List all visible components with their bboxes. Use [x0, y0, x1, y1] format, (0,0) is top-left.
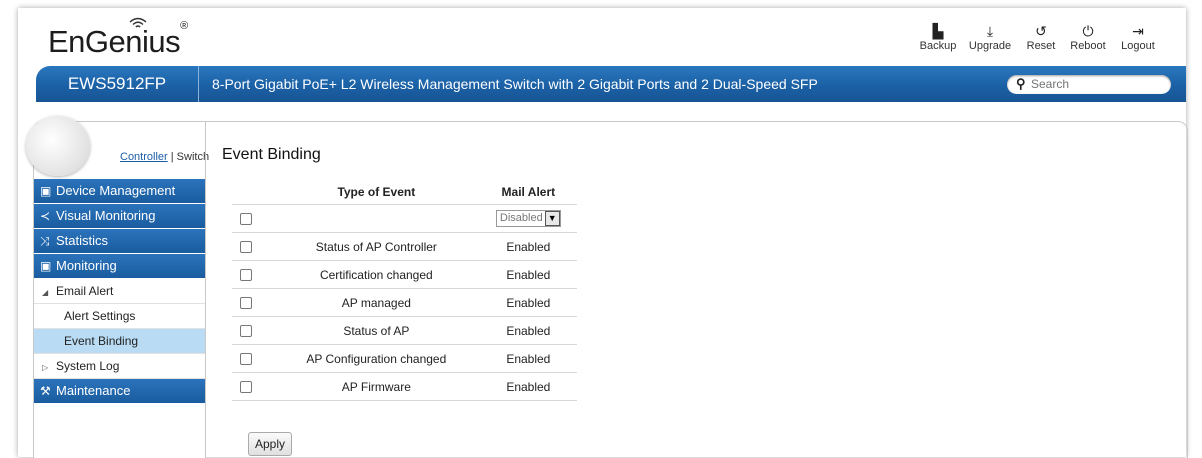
logout-button[interactable]: ⇥ Logout — [1116, 22, 1160, 52]
apply-button[interactable]: Apply — [248, 432, 292, 456]
row-checkbox[interactable] — [240, 325, 252, 338]
main-content: Event Binding Type of Event Mail Alert D… — [205, 121, 1188, 458]
table-row: Status of AP Enabled — [232, 316, 577, 345]
mail-status: Enabled — [479, 344, 577, 373]
save-icon: ▙ — [932, 23, 944, 39]
row-checkbox[interactable] — [240, 381, 252, 394]
upgrade-button[interactable]: ⤓ Upgrade — [968, 22, 1012, 52]
mail-alert-select[interactable]: Disabled ▼ — [495, 210, 561, 227]
sidebar-item-email-alert[interactable]: ◢ Email Alert — [34, 279, 206, 304]
event-name: Certification changed — [273, 260, 480, 289]
table-row: Certification changed Enabled — [232, 260, 577, 289]
search-input[interactable] — [1031, 76, 1161, 92]
mail-status: Enabled — [479, 232, 577, 261]
row-checkbox[interactable] — [240, 269, 252, 282]
left-panel: Controller | Switch ▣ Device Management ≺… — [26, 116, 210, 458]
page-title: Event Binding — [222, 146, 321, 163]
event-name: AP Configuration changed — [273, 344, 480, 373]
statistics-icon: ⤨ — [40, 234, 50, 248]
table-row: Status of AP Controller Enabled — [232, 232, 577, 261]
device-image — [26, 116, 90, 176]
mail-status: Enabled — [479, 316, 577, 345]
monitor-icon: ▣ — [40, 259, 52, 273]
power-icon: ⏻ — [1082, 23, 1094, 39]
event-name: Status of AP Controller — [273, 232, 480, 261]
header-type-of-event: Type of Event — [273, 180, 480, 205]
event-name: Status of AP — [273, 316, 480, 345]
header-mail-alert: Mail Alert — [479, 180, 577, 205]
mail-status: Enabled — [479, 372, 577, 401]
sidebar-menu: ▣ Device Management ≺ Visual Monitoring ⤨ S… — [34, 179, 206, 404]
sidebar-item-system-log[interactable]: ▷ System Log — [34, 354, 206, 379]
mode-switcher: Controller | Switch — [120, 151, 210, 163]
collapsed-triangle-icon: ▷ — [42, 363, 49, 372]
reboot-button[interactable]: ⏻ Reboot — [1066, 22, 1110, 52]
row-checkbox[interactable] — [240, 241, 252, 254]
sidebar-item-statistics[interactable]: ⤨ Statistics — [34, 229, 206, 253]
title-bar: EWS5912FP 8-Port Gigabit PoE+ L2 Wireles… — [36, 66, 1186, 102]
mail-status: Enabled — [479, 288, 577, 317]
backup-button[interactable]: ▙ Backup — [916, 22, 960, 52]
row-checkbox[interactable] — [240, 353, 252, 366]
search-box[interactable]: ⚲ — [1007, 75, 1171, 94]
sidebar-item-monitoring[interactable]: ▣ Monitoring — [34, 254, 206, 278]
table-row: AP Configuration changed Enabled — [232, 344, 577, 373]
reset-button[interactable]: ↺ Reset — [1019, 22, 1063, 52]
wrench-icon: ⚒ — [40, 384, 51, 398]
device-icon: ▣ — [40, 184, 52, 198]
event-name: AP managed — [273, 288, 480, 317]
logout-icon: ⇥ — [1132, 23, 1144, 39]
select-all-checkbox[interactable] — [240, 213, 252, 226]
top-header: EnGenius® ▙ Backup ⤓ Upgrade ↺ Reset ⏻ R… — [18, 8, 1186, 66]
table-row: AP Firmware Enabled — [232, 372, 577, 401]
upload-icon: ⤓ — [986, 23, 994, 39]
engenius-logo: EnGenius® — [48, 19, 188, 59]
sidebar-item-event-binding[interactable]: Event Binding — [34, 329, 206, 354]
sidebar-item-device-management[interactable]: ▣ Device Management — [34, 179, 206, 203]
chevron-down-icon: ▼ — [544, 211, 560, 226]
sidebar-item-visual-monitoring[interactable]: ≺ Visual Monitoring — [34, 204, 206, 228]
mail-status: Enabled — [479, 260, 577, 289]
expanded-triangle-icon: ◢ — [42, 288, 49, 297]
reset-icon: ↺ — [1035, 23, 1047, 39]
sidebar-item-alert-settings[interactable]: Alert Settings — [34, 304, 206, 329]
event-name: AP Firmware — [273, 372, 480, 401]
search-icon: ⚲ — [1016, 76, 1026, 91]
controller-link[interactable]: Controller — [120, 151, 168, 163]
model-description: 8-Port Gigabit PoE+ L2 Wireless Manageme… — [212, 76, 818, 92]
event-table: Type of Event Mail Alert Disabled ▼ Statu… — [232, 180, 577, 401]
sidebar-item-maintenance[interactable]: ⚒ Maintenance — [34, 379, 206, 403]
model-name: EWS5912FP — [36, 66, 199, 102]
row-checkbox[interactable] — [240, 297, 252, 310]
app-window: EnGenius® ▙ Backup ⤓ Upgrade ↺ Reset ⏻ R… — [18, 8, 1188, 458]
table-row-select-all: Disabled ▼ — [232, 204, 577, 233]
share-icon: ≺ — [40, 209, 51, 223]
header-checkbox-column — [232, 180, 273, 205]
wifi-icon — [129, 17, 147, 28]
table-row: AP managed Enabled — [232, 288, 577, 317]
